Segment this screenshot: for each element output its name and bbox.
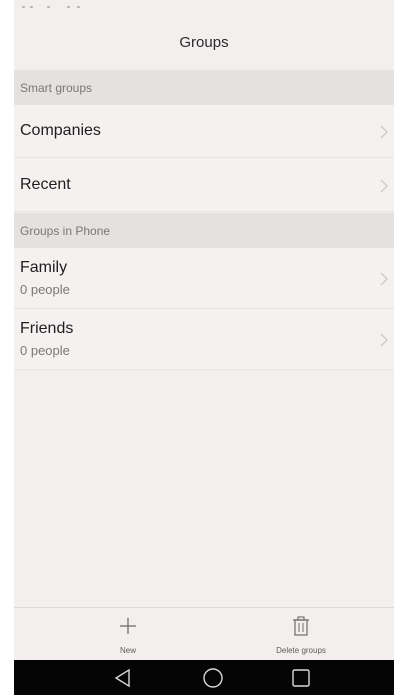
chevron-right-icon [380,272,388,286]
title-bar: Groups [14,14,394,70]
status-indicator [22,6,25,8]
plus-icon [120,618,136,634]
circle-home-icon[interactable] [202,667,224,689]
section-header-groups-in-phone: Groups in Phone [14,213,394,248]
group-member-count: 0 people [20,282,70,297]
page-title: Groups [179,33,229,51]
status-indicator [47,6,50,8]
bottom-toolbar: New Delete groups [14,607,394,661]
new-group-label: New [119,646,136,655]
status-indicator [67,6,70,8]
group-item-label: Companies [20,122,101,139]
delete-groups-label: Delete groups [276,646,326,655]
group-item-family[interactable]: Family 0 people [14,248,394,309]
chevron-right-icon [380,125,388,139]
square-recents-icon[interactable] [290,667,312,689]
section-header-smart-groups: Smart groups [14,70,394,105]
section-header-label: Groups in Phone [20,223,111,238]
status-indicator [30,6,33,8]
group-item-companies[interactable]: Companies [14,105,394,158]
triangle-back-icon[interactable] [112,667,134,689]
group-item-label: Family [20,259,68,276]
section-header-label: Smart groups [20,80,93,95]
chevron-right-icon [380,179,388,193]
chevron-right-icon [380,333,388,347]
trash-icon [293,616,309,636]
delete-groups-button[interactable]: Delete groups [261,608,341,661]
group-item-label: Recent [20,176,71,193]
system-navigation-bar [14,660,394,695]
group-item-friends[interactable]: Friends 0 people [14,309,394,370]
group-item-label: Friends [20,320,74,337]
groups-screen: Groups Smart groups Companies Recent Gro… [14,0,394,695]
group-member-count: 0 people [20,343,70,358]
status-indicator [77,6,80,8]
status-bar [14,0,394,14]
new-group-button[interactable]: New [98,608,158,661]
group-item-recent[interactable]: Recent [14,159,394,212]
